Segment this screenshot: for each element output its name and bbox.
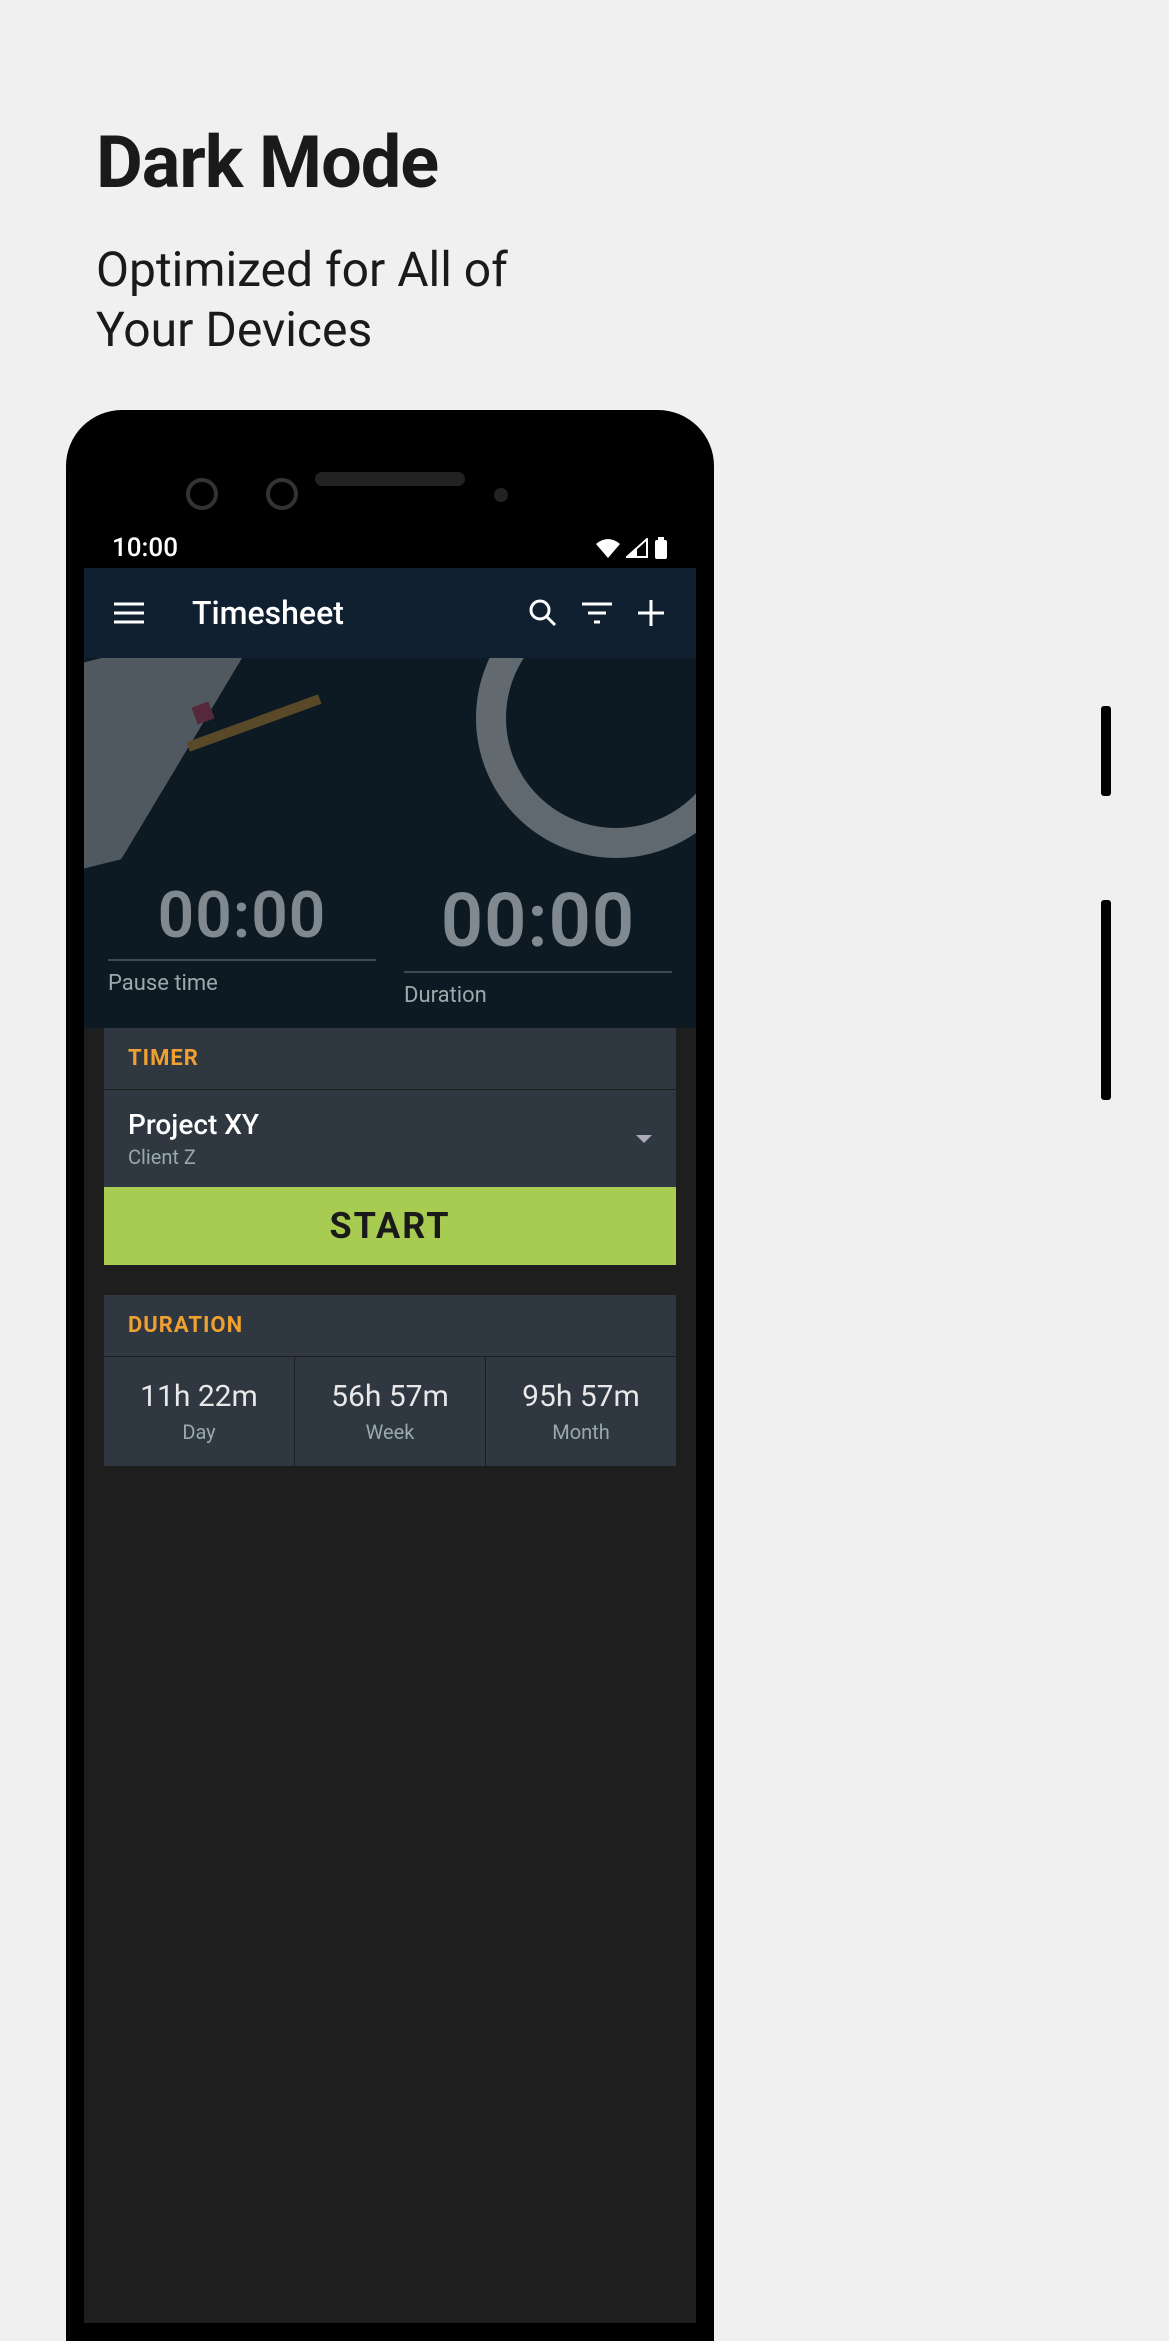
duration-block[interactable]: 00:00 Duration (404, 878, 672, 1008)
duration-cell-day[interactable]: 11h 22m Day (104, 1357, 295, 1466)
app-title: Timesheet (192, 594, 516, 632)
project-name: Project XY (128, 1108, 259, 1141)
duration-week-label: Week (305, 1420, 475, 1444)
plus-icon (638, 600, 664, 626)
promo-subtitle-line1: Optimized for All of (96, 241, 508, 298)
timers-row: 00:00 Pause time 00:00 Duration (84, 878, 696, 1008)
duration-month-value: 95h 57m (496, 1379, 666, 1414)
timer-card-header: TIMER (104, 1028, 676, 1090)
phone-side-button-1 (1101, 706, 1111, 796)
project-selector[interactable]: Project XY Client Z (104, 1090, 676, 1187)
timer-card: TIMER Project XY Client Z (104, 1028, 676, 1187)
hero-section: 00:00 Pause time 00:00 Duration (84, 658, 696, 1028)
duration-day-label: Day (114, 1420, 284, 1444)
phone-screen: 10:00 Timesheet (84, 428, 696, 2323)
phone-camera-3 (494, 488, 508, 502)
duration-day-value: 11h 22m (114, 1379, 284, 1414)
status-icons (596, 537, 668, 559)
phone-frame: 10:00 Timesheet (66, 410, 714, 2341)
filter-button[interactable] (570, 586, 624, 640)
start-button[interactable]: START (104, 1187, 676, 1265)
client-name: Client Z (128, 1145, 259, 1169)
duration-card: DURATION 11h 22m Day 56h 57m Week 95h 57… (104, 1295, 676, 1466)
signal-icon (626, 538, 648, 558)
app-content: Timesheet (84, 568, 696, 2323)
promo-title: Dark Mode (96, 120, 438, 205)
wifi-icon (596, 538, 620, 558)
duration-grid: 11h 22m Day 56h 57m Week 95h 57m Month (104, 1357, 676, 1466)
battery-icon (654, 537, 668, 559)
hamburger-icon (114, 602, 144, 624)
promo-subtitle: Optimized for All of Your Devices (96, 240, 508, 360)
phone-camera-1 (186, 478, 218, 510)
promo-subtitle-line2: Your Devices (96, 301, 372, 358)
chevron-down-icon (636, 1135, 652, 1143)
pause-time-value: 00:00 (108, 878, 376, 961)
duration-cell-month[interactable]: 95h 57m Month (486, 1357, 676, 1466)
status-bar: 10:00 (84, 528, 696, 568)
phone-camera-2 (266, 478, 298, 510)
status-time: 10:00 (112, 533, 178, 563)
search-button[interactable] (516, 586, 570, 640)
menu-button[interactable] (102, 586, 156, 640)
search-icon (528, 598, 558, 628)
duration-card-header: DURATION (104, 1295, 676, 1357)
duration-label: Duration (404, 983, 672, 1008)
duration-value: 00:00 (404, 878, 672, 973)
phone-side-button-2 (1101, 900, 1111, 1100)
add-button[interactable] (624, 586, 678, 640)
pause-time-block[interactable]: 00:00 Pause time (108, 878, 376, 1008)
filter-icon (582, 602, 612, 624)
phone-speaker (315, 472, 465, 486)
pause-time-label: Pause time (108, 971, 376, 996)
duration-week-value: 56h 57m (305, 1379, 475, 1414)
duration-month-label: Month (496, 1420, 666, 1444)
duration-cell-week[interactable]: 56h 57m Week (295, 1357, 486, 1466)
app-bar: Timesheet (84, 568, 696, 658)
